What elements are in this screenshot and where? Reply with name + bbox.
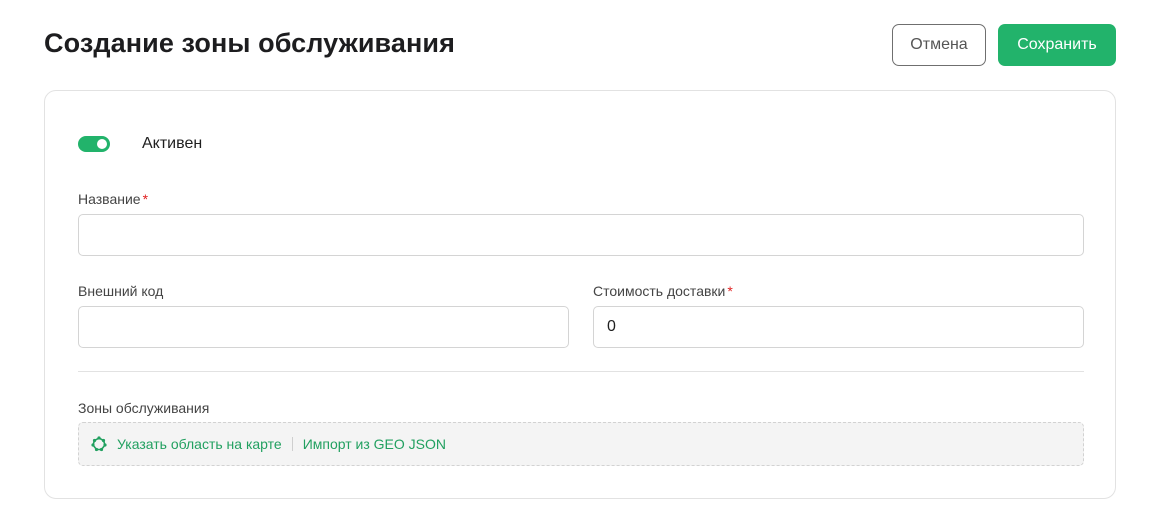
name-label: Название * [78,191,148,207]
zones-dropzone: Указать область на карте Импорт из GEO J… [78,422,1084,466]
toggle-knob [97,139,107,149]
map-area-link-label: Указать область на карте [117,436,282,452]
delivery-cost-label-text: Стоимость доставки [593,283,726,299]
external-code-label: Внешний код [78,283,164,299]
active-toggle[interactable] [78,136,110,152]
save-button[interactable]: Сохранить [998,24,1116,66]
form-card: Активен Название * Внешний код Стоимость … [44,90,1116,499]
name-label-text: Название [78,191,141,207]
delivery-cost-label: Стоимость доставки * [593,283,733,299]
import-geojson-link[interactable]: Импорт из GEO JSON [303,436,446,452]
name-input[interactable] [78,214,1084,256]
page-header: Создание зоны обслуживания Отмена Сохран… [44,24,1116,66]
link-separator [291,437,293,451]
zones-label: Зоны обслуживания [78,400,210,416]
map-area-link[interactable]: Указать область на карте [91,436,282,452]
polygon-icon [91,436,107,452]
active-label: Активен [142,135,203,152]
page-title: Создание зоны обслуживания [44,28,455,58]
required-mark: * [727,283,733,299]
external-code-input[interactable] [78,306,569,348]
divider [78,371,1084,372]
cancel-button[interactable]: Отмена [892,24,986,66]
delivery-cost-input[interactable] [593,306,1084,348]
required-mark: * [142,191,149,207]
